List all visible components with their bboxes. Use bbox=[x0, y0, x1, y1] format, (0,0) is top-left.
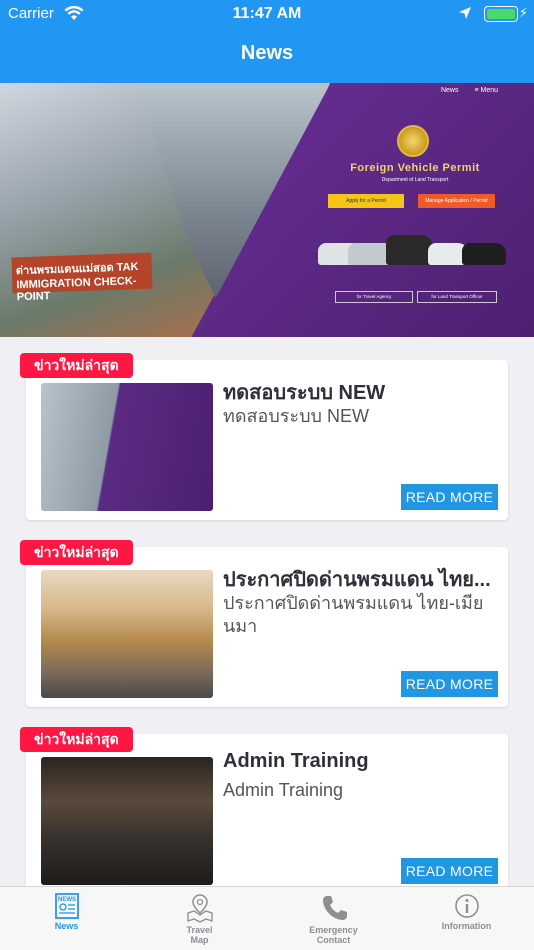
news-title[interactable]: ประกาศปิดด่านพรมแดน ไทย... bbox=[223, 563, 493, 595]
svg-text:NEWS: NEWS bbox=[58, 897, 76, 903]
tab-information[interactable]: Information bbox=[400, 887, 533, 950]
news-list[interactable]: ข่าวใหม่ล่าสุด ทดสอบระบบ NEW ทดสอบระบบ N… bbox=[0, 337, 534, 886]
hero-menu-menu: ≡ Menu bbox=[474, 87, 498, 94]
hero-menu: News ≡ Menu bbox=[427, 87, 498, 94]
news-title[interactable]: Admin Training bbox=[223, 750, 493, 773]
department-emblem-icon bbox=[397, 125, 429, 157]
hero-menu-news: News bbox=[440, 87, 459, 94]
apply-permit-button: Apply for a Permit bbox=[328, 194, 404, 208]
tab-label: Travel Map bbox=[186, 925, 213, 945]
agency-link: for Travel Agency bbox=[335, 291, 413, 303]
news-card[interactable]: ข่าวใหม่ล่าสุด ประกาศปิดด่านพรมแดน ไทย..… bbox=[20, 540, 508, 707]
location-arrow-icon bbox=[459, 7, 471, 19]
tab-travel-map[interactable]: Travel Map bbox=[133, 887, 266, 950]
read-more-button[interactable]: READ MORE bbox=[401, 858, 498, 884]
tab-bar: NEWS News Travel Map Emergency Contact I… bbox=[0, 886, 534, 950]
news-thumbnail[interactable] bbox=[41, 757, 213, 885]
map-pin-icon bbox=[186, 894, 213, 923]
news-thumbnail[interactable] bbox=[41, 383, 213, 511]
news-subtitle: ทดสอบระบบ NEW bbox=[223, 406, 369, 426]
officer-link: for Land Transport Officer bbox=[417, 291, 497, 303]
news-card[interactable]: ข่าวใหม่ล่าสุด ทดสอบระบบ NEW ทดสอบระบบ N… bbox=[20, 353, 508, 520]
tab-emergency-contact[interactable]: Emergency Contact bbox=[267, 887, 400, 950]
newspaper-icon: NEWS bbox=[54, 893, 79, 919]
news-card[interactable]: ข่าวใหม่ล่าสุด Admin Training Admin Trai… bbox=[20, 727, 508, 886]
manage-application-button: Manage Application / Permit bbox=[418, 194, 495, 208]
charging-icon: ⚡ bbox=[518, 5, 528, 20]
permit-title: Foreign Vehicle Permit bbox=[350, 162, 480, 174]
top-bar: Carrier 11:47 AM ⚡ News bbox=[0, 0, 534, 83]
tab-news[interactable]: NEWS News bbox=[0, 887, 133, 950]
hero-banner[interactable]: ด่านพรมแดนแม่สอด TAK IMMIGRATION CHECK-P… bbox=[0, 83, 534, 337]
news-title[interactable]: ทดสอบระบบ NEW bbox=[223, 376, 493, 408]
tab-label: Information bbox=[441, 921, 492, 931]
read-more-button[interactable]: READ MORE bbox=[401, 484, 498, 510]
tab-label: Emergency Contact bbox=[309, 925, 358, 945]
info-icon bbox=[454, 894, 479, 918]
battery-icon bbox=[484, 6, 518, 22]
cars-image bbox=[318, 233, 508, 265]
news-subtitle: ประกาศปิดด่านพรมแดน ไทย-เมียนมา bbox=[223, 593, 484, 636]
status-bar: Carrier 11:47 AM ⚡ bbox=[0, 0, 534, 28]
tab-label: News bbox=[54, 921, 79, 931]
news-subtitle: Admin Training bbox=[223, 780, 344, 800]
read-more-button[interactable]: READ MORE bbox=[401, 671, 498, 697]
checkpoint-sign: ด่านพรมแดนแม่สอด TAK IMMIGRATION CHECK-P… bbox=[11, 252, 153, 303]
new-badge: ข่าวใหม่ล่าสุด bbox=[20, 540, 133, 565]
new-badge: ข่าวใหม่ล่าสุด bbox=[20, 353, 133, 378]
new-badge: ข่าวใหม่ล่าสุด bbox=[20, 727, 133, 752]
news-thumbnail[interactable] bbox=[41, 570, 213, 698]
page-title: News bbox=[240, 42, 294, 64]
permit-subtitle: Department of Land Transport bbox=[381, 177, 449, 183]
phone-icon bbox=[322, 896, 347, 920]
status-time: 11:47 AM bbox=[232, 5, 302, 22]
